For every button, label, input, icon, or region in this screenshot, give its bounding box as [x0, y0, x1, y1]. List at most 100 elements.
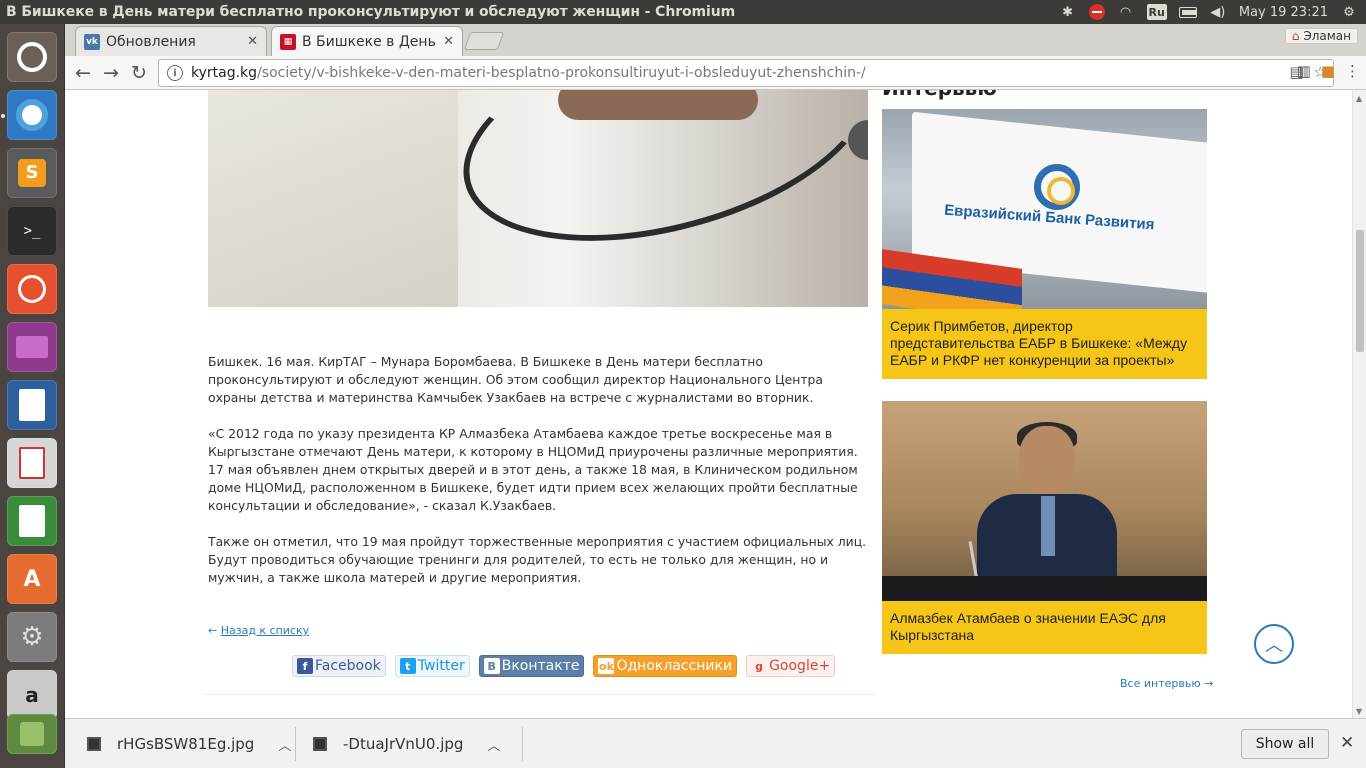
keyboard-layout-indicator[interactable]: Ru — [1146, 4, 1167, 20]
postman-icon[interactable] — [7, 264, 57, 314]
profile-icon: ⌂ — [1291, 29, 1300, 43]
file-icon — [313, 737, 327, 751]
page-scrollbar[interactable]: ▲ ▼ — [1352, 90, 1366, 718]
libreoffice-calc-icon[interactable] — [7, 496, 57, 546]
scroll-down-arrow-icon[interactable]: ▼ — [1356, 707, 1362, 716]
share-label: Google+ — [769, 658, 831, 674]
window-title: В Бишкеке в День матери бесплатно прокон… — [6, 4, 736, 20]
download-item[interactable]: -DtuaJrVnU0.jpg ︿ — [313, 719, 500, 768]
download-item[interactable]: rHGsBSW81Eg.jpg ︿ — [87, 719, 291, 768]
download-filename: -DtuaJrVnU0.jpg — [343, 735, 464, 753]
share-odnoklassniki-button[interactable]: ok Одноклассники — [593, 655, 738, 677]
share-label: Twitter — [417, 658, 465, 674]
article-paragraph: Бишкек. 16 мая. КирТАГ – Мунара Боромбае… — [208, 354, 824, 405]
chevron-up-icon: ︿ — [1265, 635, 1283, 656]
document-viewer-icon[interactable] — [7, 438, 57, 488]
chromium-icon[interactable] — [7, 90, 57, 140]
stop-indicator-icon[interactable] — [1088, 4, 1105, 20]
tab-vk-updates[interactable]: vk Обновления ✕ — [75, 26, 267, 56]
interview-card[interactable]: Алмазбек Атамбаев о значении ЕАЭС для Кы… — [882, 401, 1207, 654]
forward-arrow-icon[interactable]: → — [99, 61, 123, 85]
file-manager-icon[interactable] — [7, 322, 57, 372]
tab-strip: vk Обновления ✕ ▦ В Бишкеке в День м ✕ ⌂… — [65, 24, 1366, 56]
url-path: /society/v-bishkeke-v-den-materi-besplat… — [257, 65, 866, 81]
divider — [204, 694, 874, 695]
wifi-icon[interactable]: ◠ — [1117, 4, 1135, 20]
share-label: Вконтакте — [501, 658, 580, 674]
odnoklassniki-icon: ok — [598, 658, 615, 674]
download-filename: rHGsBSW81Eg.jpg — [117, 735, 255, 753]
clock[interactable]: May 19 23:21 — [1239, 5, 1328, 20]
share-googleplus-button[interactable]: g Google+ — [746, 655, 836, 677]
all-interviews-link[interactable]: Все интервью → — [1120, 677, 1213, 690]
interview-caption[interactable]: Серик Примбетов, директор представительс… — [882, 309, 1207, 379]
share-vkontakte-button[interactable]: B Вконтакте — [478, 655, 585, 677]
article-image — [208, 90, 868, 307]
terminal-icon[interactable]: >_ — [7, 206, 57, 256]
software-center-icon[interactable]: A — [7, 554, 57, 604]
tab-label: Обновления — [106, 33, 196, 50]
close-icon[interactable]: ✕ — [1340, 733, 1354, 753]
profile-button[interactable]: ⌂ Эламан — [1284, 28, 1358, 44]
system-tray: ✱ ◠ Ru ◀) May 19 23:21 ⚙ — [1059, 0, 1366, 24]
article-paragraph: Также он отметил, что 19 мая пройдут тор… — [208, 534, 867, 585]
scroll-to-top-button[interactable]: ︿ — [1254, 624, 1294, 664]
libreoffice-writer-icon[interactable] — [7, 380, 57, 430]
profile-name: Эламан — [1303, 29, 1351, 43]
twitter-icon: t — [399, 658, 416, 674]
new-tab-button[interactable] — [463, 32, 505, 50]
chevron-up-icon[interactable]: ︿ — [278, 735, 291, 754]
dash-icon[interactable] — [7, 32, 57, 82]
interview-card[interactable]: Евразийский Банк Развития Серик Примбето… — [882, 109, 1207, 379]
interview-image[interactable]: Евразийский Банк Развития — [882, 109, 1207, 309]
scroll-up-arrow-icon[interactable]: ▲ — [1356, 94, 1362, 103]
close-tab-icon[interactable]: ✕ — [247, 34, 258, 49]
battery-icon[interactable] — [1178, 4, 1197, 20]
interview-caption[interactable]: Алмазбек Атамбаев о значении ЕАЭС для Кы… — [882, 601, 1207, 654]
vk-icon: vk — [84, 33, 100, 50]
site-info-icon[interactable]: i — [167, 65, 183, 81]
back-to-list-link[interactable]: ← Назад к списку — [208, 624, 309, 637]
bluetooth-icon[interactable]: ✱ — [1059, 4, 1077, 20]
kyrtag-icon: ▦ — [280, 33, 296, 50]
share-label: Одноклассники — [616, 658, 733, 674]
back-link-label: Назад к списку — [220, 624, 310, 637]
download-shelf: rHGsBSW81Eg.jpg ︿ -DtuaJrVnU0.jpg ︿ Show… — [65, 718, 1366, 768]
scrollbar-thumb[interactable] — [1356, 230, 1364, 352]
show-all-downloads-button[interactable]: Show all — [1241, 729, 1329, 759]
page-content: Бишкек. 16 мая. КирТАГ – Мунара Боромбае… — [65, 90, 1352, 718]
back-arrow: ← — [208, 624, 218, 637]
top-panel: В Бишкеке в День матери бесплатно прокон… — [0, 0, 1366, 24]
gear-icon[interactable]: ⚙ — [1340, 4, 1358, 20]
browser-toolbar: ← → ↻ i kyrtag.kg/society/v-bishkeke-v-d… — [65, 56, 1366, 90]
interview-image[interactable] — [882, 401, 1207, 601]
share-buttons: f Facebook t Twitter B Вконтакте ok Одноклас… — [292, 655, 836, 677]
menu-icon[interactable]: ⋮ — [1345, 62, 1360, 80]
share-twitter-button[interactable]: t Twitter — [394, 655, 470, 677]
reload-icon[interactable]: ↻ — [127, 61, 151, 85]
chevron-up-icon[interactable]: ︿ — [487, 735, 500, 754]
tab-kyrtag-article[interactable]: ▦ В Бишкеке в День м ✕ — [271, 26, 463, 56]
share-label: Facebook — [315, 658, 381, 674]
amazon-icon[interactable]: a — [7, 670, 57, 720]
system-settings-icon[interactable]: ⚙ — [7, 612, 57, 662]
vk-icon: B — [483, 658, 500, 674]
googleplus-icon: g — [755, 659, 764, 673]
sublime-text-icon[interactable]: S — [7, 148, 57, 198]
tab-label: В Бишкеке в День м — [302, 33, 438, 50]
file-icon — [87, 737, 101, 751]
url-host: kyrtag.kg — [191, 65, 258, 81]
volume-icon[interactable]: ◀) — [1209, 4, 1227, 20]
launcher: S >_ A ⚙ a — [0, 24, 65, 768]
trash-icon[interactable] — [7, 714, 57, 754]
sidebar-heading: Интервью — [882, 90, 997, 100]
extension-stats-icon[interactable]: ▥ — [1297, 62, 1311, 80]
facebook-icon: f — [297, 658, 313, 674]
article-paragraph: «С 2012 года по указу президента КР Алма… — [208, 426, 858, 513]
back-arrow-icon[interactable]: ← — [71, 61, 95, 85]
address-bar[interactable]: i kyrtag.kg/society/v-bishkeke-v-den-mat… — [158, 59, 1334, 87]
eabr-logo-icon — [1034, 164, 1080, 210]
share-facebook-button[interactable]: f Facebook — [292, 655, 386, 677]
close-tab-icon[interactable]: ✕ — [443, 34, 454, 49]
extension-icon[interactable]: ■ — [1321, 62, 1335, 80]
